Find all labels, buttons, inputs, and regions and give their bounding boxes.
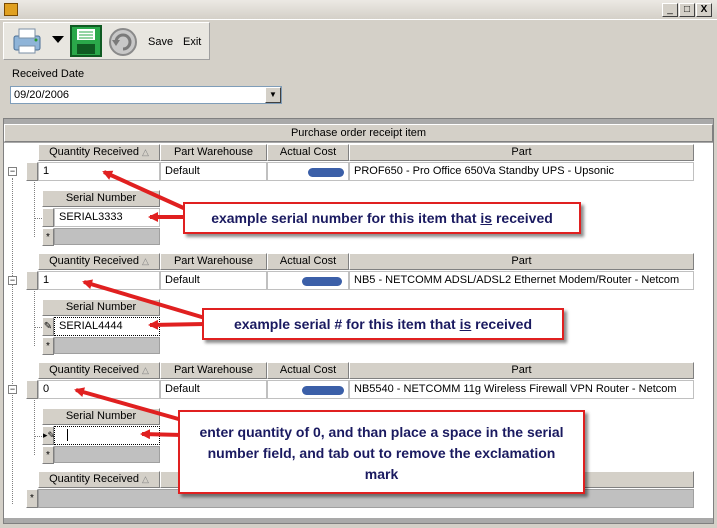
callout-serial-example-1: example serial number for this item that…: [183, 202, 581, 234]
callout-serial-example-2: example serial # for this item that is r…: [202, 308, 564, 340]
callout-zero-quantity: enter quantity of 0, and than place a sp…: [178, 410, 585, 494]
